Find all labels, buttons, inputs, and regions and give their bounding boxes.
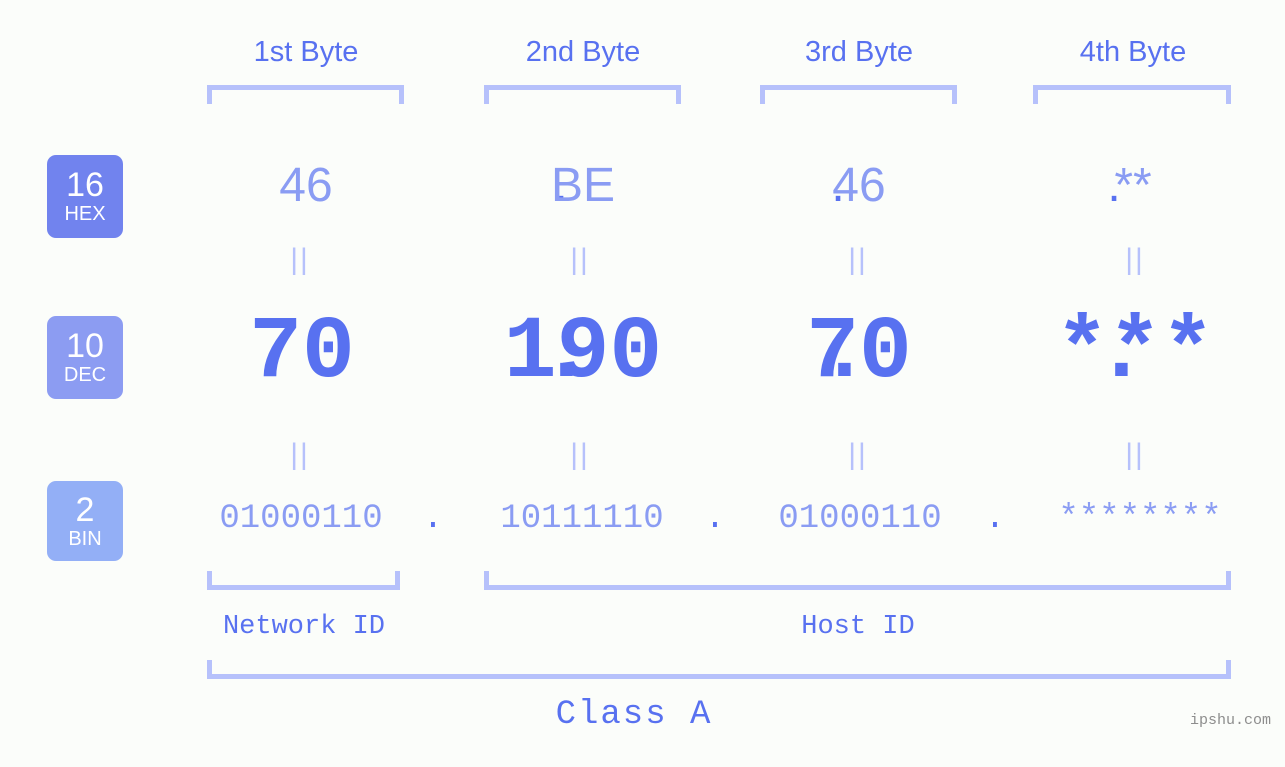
- hex-octet-4: **: [1114, 159, 1152, 212]
- base-badge-hex-name: HEX: [64, 203, 106, 225]
- base-badge-dec-name: DEC: [63, 364, 107, 386]
- bin-separator-1: .: [422, 500, 444, 538]
- dec-octet-4: ***: [1055, 304, 1215, 403]
- bin-octet-1: 01000110: [219, 500, 383, 538]
- byte-bracket-4: [1033, 85, 1231, 104]
- equals-mark-dec-bin-2: ||: [570, 438, 590, 471]
- byte-header-3: 3rd Byte: [805, 36, 913, 68]
- class-bracket: [207, 660, 1231, 679]
- hex-value-row: 46 . BE . 46 . **: [150, 158, 1275, 214]
- equals-mark-hex-dec-4: ||: [1125, 243, 1145, 276]
- base-badge-hex-number: 16: [66, 166, 104, 204]
- base-badge-bin: 2 BIN: [47, 481, 123, 561]
- byte-bracket-3: [760, 85, 957, 104]
- network-id-bracket: [207, 571, 400, 590]
- base-badge-bin-number: 2: [75, 490, 95, 529]
- host-id-bracket: [484, 571, 1231, 590]
- dec-octet-2: 190: [503, 304, 663, 403]
- bin-value-row: 01000110 . 10111110 . 01000110 . *******…: [150, 499, 1275, 539]
- hex-octet-2: BE: [550, 159, 616, 212]
- base-badge-hex: 16 HEX: [47, 155, 123, 238]
- byte-header-1: 1st Byte: [253, 36, 359, 68]
- dec-value-row: 70 . 190 . 70 . ***: [150, 306, 1275, 402]
- bin-octet-4: ********: [1058, 500, 1222, 538]
- bin-separator-2: .: [704, 500, 726, 538]
- equals-mark-hex-dec-3: ||: [848, 243, 868, 276]
- host-id-label: Host ID: [801, 612, 915, 642]
- bin-octet-2: 10111110: [500, 500, 664, 538]
- byte-header-2: 2nd Byte: [525, 36, 641, 68]
- dec-octet-1: 70: [249, 304, 355, 403]
- equals-mark-dec-bin-4: ||: [1125, 438, 1145, 471]
- class-label: Class A: [555, 696, 713, 734]
- byte-bracket-2: [484, 85, 681, 104]
- hex-octet-1: 46: [279, 159, 333, 212]
- dec-octet-3: 70: [806, 304, 912, 403]
- equals-mark-hex-dec-2: ||: [570, 243, 590, 276]
- equals-mark-dec-bin-1: ||: [290, 438, 310, 471]
- byte-header-4: 4th Byte: [1079, 36, 1187, 68]
- base-badge-dec-number: 10: [66, 327, 104, 365]
- network-id-label: Network ID: [222, 612, 386, 642]
- bin-octet-3: 01000110: [778, 500, 942, 538]
- equals-mark-hex-dec-1: ||: [290, 243, 310, 276]
- site-watermark: ipshu.com: [1189, 712, 1271, 729]
- byte-bracket-1: [207, 85, 404, 104]
- base-badge-bin-name: BIN: [68, 527, 102, 550]
- equals-mark-dec-bin-3: ||: [848, 438, 868, 471]
- hex-octet-3: 46: [832, 159, 886, 212]
- ip-breakdown-diagram: 1st Byte 2nd Byte 3rd Byte 4th Byte 16 H…: [0, 0, 1285, 767]
- bin-separator-3: .: [984, 500, 1006, 538]
- base-badge-dec: 10 DEC: [47, 316, 123, 399]
